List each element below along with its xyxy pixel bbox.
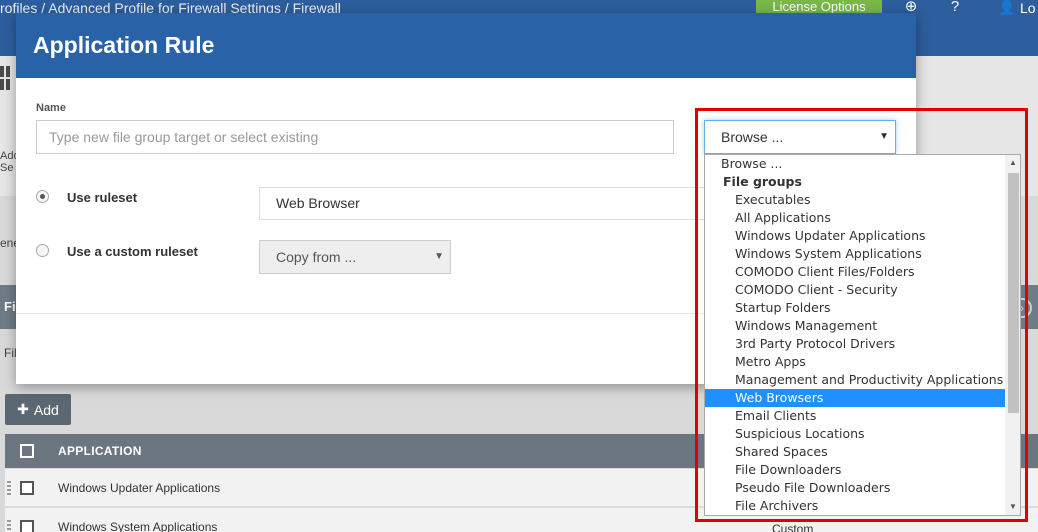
scrollbar-thumb[interactable] — [1008, 173, 1019, 413]
row-application-name: Windows System Applications — [58, 520, 218, 532]
drag-handle-icon[interactable] — [7, 520, 11, 532]
row-checkbox[interactable] — [20, 481, 34, 495]
add-circle-icon[interactable]: ⊕ — [900, 0, 922, 14]
dropdown-scrollbar[interactable]: ▲ ▼ — [1005, 155, 1020, 515]
dropdown-option[interactable]: Email Clients — [705, 407, 1005, 425]
dropdown-option[interactable]: File Downloaders — [705, 461, 1005, 479]
plus-icon: ✚ — [17, 401, 29, 417]
dropdown-option[interactable]: Management and Productivity Applications — [705, 371, 1005, 389]
help-icon[interactable]: ? — [944, 0, 966, 14]
filter-label: Fil — [4, 346, 17, 360]
dropdown-option[interactable]: Windows Updater Applications — [705, 227, 1005, 245]
select-all-checkbox[interactable] — [20, 444, 34, 458]
dropdown-option[interactable]: 3rd Party Protocol Drivers — [705, 335, 1005, 353]
top-icons: ⊕ ? — [900, 0, 966, 14]
dropdown-option[interactable]: COMODO Client Files/Folders — [705, 263, 1005, 281]
browse-dropdown-list[interactable]: Browse ... File groups Executables All Appl… — [704, 154, 1021, 516]
dropdown-option-browse[interactable]: Browse ... — [705, 155, 1005, 173]
dropdown-option[interactable]: Windows System Applications — [705, 245, 1005, 263]
use-ruleset-radio[interactable] — [36, 190, 49, 203]
use-custom-ruleset-label[interactable]: Use a custom ruleset — [67, 244, 198, 259]
caret-down-icon: ▼ — [434, 251, 444, 262]
dropdown-group-file-groups: File groups — [723, 174, 802, 189]
dropdown-option[interactable]: File Archivers — [705, 497, 1005, 515]
dropdown-option[interactable]: COMODO Client - Security — [705, 281, 1005, 299]
row-type: Custom — [772, 522, 814, 532]
dropdown-option[interactable]: Executables — [705, 191, 1005, 209]
dropdown-option[interactable]: Metro Apps — [705, 353, 1005, 371]
copy-from-value: Copy from ... — [276, 249, 357, 265]
license-options-button[interactable]: License Options — [756, 0, 882, 14]
dropdown-option[interactable]: Web Browsers — [705, 389, 1005, 407]
copy-from-select[interactable]: Copy from ... ▼ — [259, 240, 451, 274]
logout-label[interactable]: Lo — [1020, 0, 1036, 16]
row-checkbox[interactable] — [20, 520, 34, 532]
use-ruleset-label[interactable]: Use ruleset — [67, 190, 137, 205]
column-header-application[interactable]: APPLICATION — [58, 444, 142, 458]
drag-handle-icon[interactable] — [7, 481, 11, 495]
scroll-down-arrow-icon[interactable]: ▼ — [1005, 499, 1020, 515]
ruleset-select[interactable]: Web Browser — [259, 187, 709, 220]
add-button-label: Add — [33, 401, 59, 418]
dropdown-option[interactable]: Pseudo File Downloaders — [705, 479, 1005, 497]
use-custom-ruleset-radio[interactable] — [36, 244, 49, 257]
windows-logo-icon — [0, 66, 10, 90]
dropdown-option[interactable]: Windows Management — [705, 317, 1005, 335]
name-input[interactable] — [36, 120, 674, 154]
caret-down-icon: ▼ — [879, 131, 889, 142]
section-title: Fi — [4, 299, 16, 314]
dropdown-option[interactable]: All Applications — [705, 209, 1005, 227]
browse-select[interactable]: Browse ... ▼ — [704, 120, 896, 154]
name-label: Name — [36, 102, 66, 114]
dialog-title: Application Rule — [33, 32, 215, 58]
scroll-up-arrow-icon[interactable]: ▲ — [1005, 155, 1020, 171]
row-application-name: Windows Updater Applications — [58, 481, 221, 495]
browse-select-value: Browse ... — [721, 129, 784, 145]
dropdown-option[interactable]: Shared Spaces — [705, 443, 1005, 461]
add-button[interactable]: ✚ Add — [5, 394, 71, 425]
dialog-header: Application Rule — [16, 13, 916, 78]
dropdown-option[interactable]: Startup Folders — [705, 299, 1005, 317]
dropdown-option[interactable]: Suspicious Locations — [705, 425, 1005, 443]
user-icon[interactable]: 👤 — [998, 0, 1016, 14]
